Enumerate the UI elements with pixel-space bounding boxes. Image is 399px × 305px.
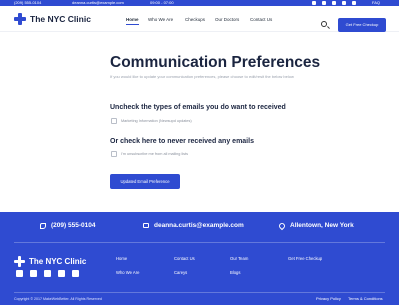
location-pin-icon xyxy=(277,221,287,230)
footer-link-our-team[interactable]: Our Team xyxy=(230,256,248,261)
footer-brand-name: The NYC Clinic xyxy=(29,257,87,266)
nav-checkups[interactable]: Checkups xyxy=(185,17,205,22)
nav-our-doctors[interactable]: Our Doctors xyxy=(215,17,239,22)
linkedin-icon[interactable] xyxy=(332,1,336,5)
brand-name: The NYC Clinic xyxy=(30,14,91,24)
footer-email[interactable]: deanna.curtis@example.com xyxy=(143,222,244,229)
nav-who-we-are[interactable]: Who We Are xyxy=(148,17,173,22)
facebook-icon[interactable] xyxy=(312,1,316,5)
site-logo[interactable]: The NYC Clinic xyxy=(14,13,91,25)
unsubscribe-all-checkbox[interactable] xyxy=(111,151,117,157)
privacy-policy-link[interactable]: Privacy Policy xyxy=(316,296,341,301)
twitter-icon[interactable] xyxy=(352,1,356,5)
update-email-preference-button[interactable]: Updated Email Preference xyxy=(110,174,180,189)
footer-divider xyxy=(14,242,385,243)
nav-home[interactable]: Home xyxy=(126,17,139,25)
footer-location-text: Allentown, New York xyxy=(290,222,354,229)
site-header: The NYC Clinic Home Who We Are Checkups … xyxy=(0,6,399,32)
copyright-text: Copyright © 2017 MakeWebBetter. All Righ… xyxy=(14,297,102,301)
footer-phone-text: (209) 555-0104 xyxy=(51,222,96,229)
footer-link-careers[interactable]: Careys xyxy=(174,270,187,275)
footer-link-contact-us[interactable]: Contact Us xyxy=(174,256,195,261)
phone-icon xyxy=(40,222,46,229)
medical-cross-icon xyxy=(14,256,25,267)
footer-logo[interactable]: The NYC Clinic xyxy=(14,256,86,267)
section-unsubscribe-all-heading: Or check here to never received any emai… xyxy=(110,138,254,145)
twitter-icon[interactable] xyxy=(72,270,79,277)
medical-cross-icon xyxy=(14,13,26,25)
page-subtitle: If you would like to update your communi… xyxy=(110,74,294,79)
footer-link-who-we-are[interactable]: Who We Are xyxy=(116,270,139,275)
footer-location: Allentown, New York xyxy=(277,221,354,230)
footer-link-get-free-checkup[interactable]: Get Free Checkup xyxy=(288,256,322,261)
youtube-icon[interactable] xyxy=(342,1,346,5)
footer-bottom-divider xyxy=(14,292,385,293)
instagram-icon[interactable] xyxy=(322,1,326,5)
footer-link-blogs[interactable]: Blogs xyxy=(230,270,240,275)
instagram-icon[interactable] xyxy=(30,270,37,277)
site-footer: (209) 555-0104 deanna.curtis@example.com… xyxy=(0,212,399,305)
get-free-checkup-button[interactable]: Get Free Checkup xyxy=(338,18,386,32)
nav-contact-us[interactable]: Contact Us xyxy=(250,17,272,22)
unsubscribe-all-label[interactable]: I'm unsubscribe me from all mailing list… xyxy=(121,152,188,156)
terms-link[interactable]: Terms & Conditions xyxy=(348,296,383,301)
marketing-checkbox[interactable] xyxy=(111,118,117,124)
footer-link-home[interactable]: Home xyxy=(116,256,127,261)
page-title: Communication Preferences xyxy=(110,54,321,71)
section-unsubscribe-types-heading: Uncheck the types of emails you do want … xyxy=(110,104,286,111)
search-icon[interactable] xyxy=(321,21,327,27)
footer-phone[interactable]: (209) 555-0104 xyxy=(40,222,95,229)
linkedin-icon[interactable] xyxy=(44,270,51,277)
facebook-icon[interactable] xyxy=(16,270,23,277)
marketing-checkbox-label[interactable]: Marketing Information (Newsupd updates) xyxy=(121,119,192,123)
youtube-icon[interactable] xyxy=(58,270,65,277)
footer-email-text: deanna.curtis@example.com xyxy=(154,222,244,229)
mail-icon xyxy=(143,223,149,228)
